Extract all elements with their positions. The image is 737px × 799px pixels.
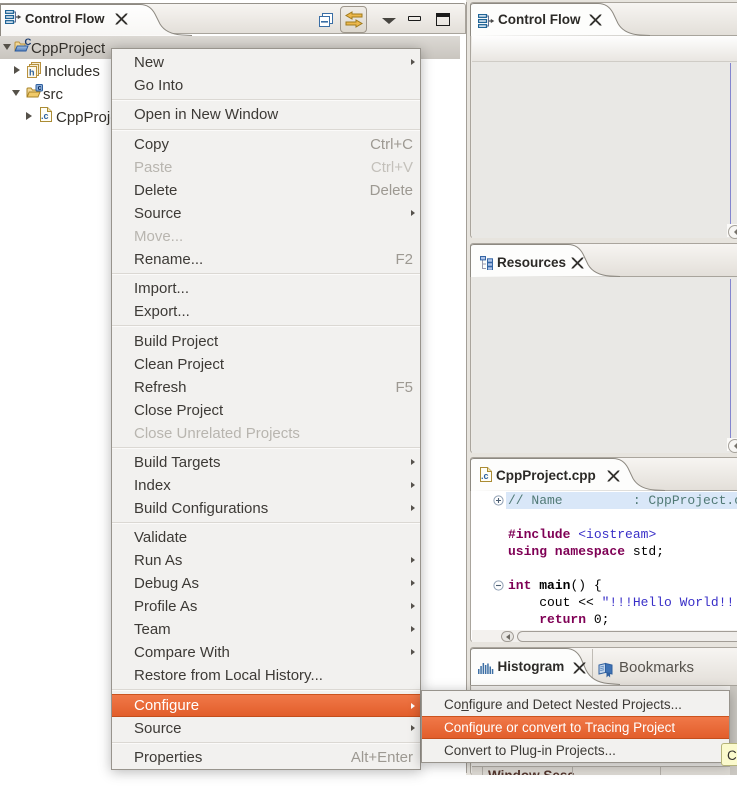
svg-text:.c: .c bbox=[41, 111, 49, 121]
svg-text:.c: .c bbox=[481, 471, 489, 481]
svg-text:h: h bbox=[29, 68, 35, 78]
svg-text:c: c bbox=[38, 85, 42, 92]
